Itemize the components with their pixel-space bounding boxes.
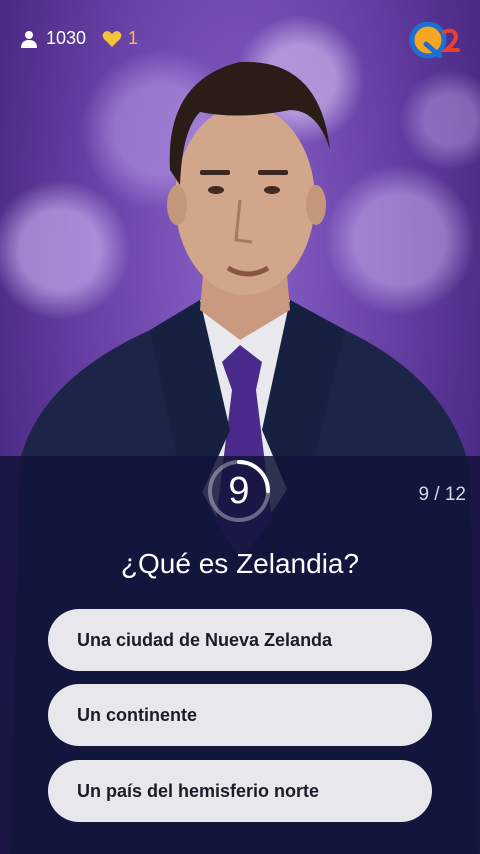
answer-option-3[interactable]: Un país del hemisferio norte — [48, 760, 432, 822]
viewer-counter: 1030 — [20, 28, 86, 49]
lives-count: 1 — [128, 28, 139, 48]
answer-option-2[interactable]: Un continente — [48, 684, 432, 746]
lives-counter: 1 — [102, 28, 138, 49]
game-screen: 1030 1 9 9 / 12 ¿Qué es Zelandia? Una ci… — [0, 0, 480, 854]
top-bar: 1030 1 — [0, 0, 480, 76]
timer-seconds: 9 — [228, 469, 250, 512]
person-icon — [21, 30, 37, 48]
viewer-count: 1030 — [46, 28, 87, 48]
q12-logo — [409, 22, 460, 59]
heart-icon — [102, 30, 122, 47]
answer-option-1[interactable]: Una ciudad de Nueva Zelanda — [48, 609, 432, 671]
question-progress: 9 / 12 — [418, 484, 466, 505]
question-text: ¿Qué es Zelandia? — [120, 548, 360, 579]
